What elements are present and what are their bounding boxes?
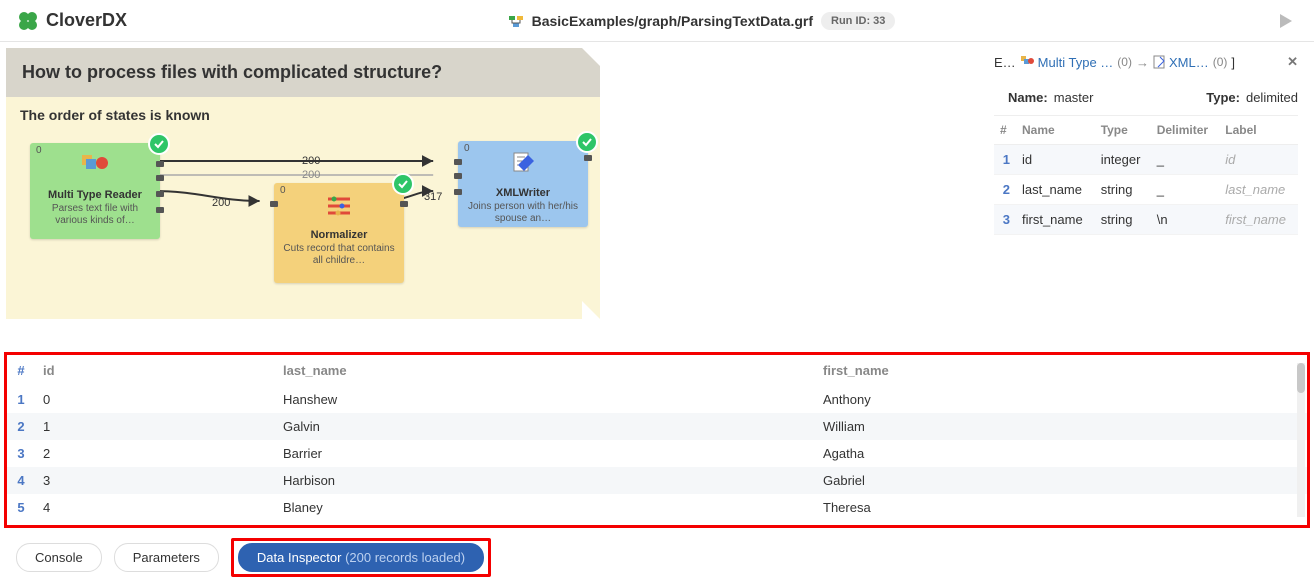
node-index: 0 [36, 145, 42, 158]
col-type: Type [1095, 116, 1151, 145]
name-label: Name: [1008, 90, 1048, 105]
col-index: # [994, 116, 1016, 145]
graph-canvas[interactable]: 200 200 200 317 0 Multi Type Reader Pars… [20, 139, 586, 299]
app-name: CloverDX [46, 10, 127, 31]
scrollbar-thumb[interactable] [1297, 363, 1305, 393]
col-firstname[interactable]: first_name [815, 355, 1307, 386]
bottom-tabs: Console Parameters Data Inspector (200 r… [0, 528, 1314, 587]
header-center: BasicExamples/graph/ParsingTextData.grf … [127, 12, 1276, 30]
main-row: How to process files with complicated st… [0, 42, 1314, 352]
file-icon [1153, 55, 1165, 69]
header: CloverDX BasicExamples/graph/ParsingText… [0, 0, 1314, 42]
tab-parameters[interactable]: Parameters [114, 543, 219, 572]
tab-data-inspector[interactable]: Data Inspector (200 records loaded) [238, 543, 484, 572]
type-value: delimited [1246, 90, 1298, 105]
node-normalizer[interactable]: 0 Normalizer Cuts record that contains a… [274, 183, 404, 283]
field-row[interactable]: 3 first_name string \n first_name [994, 205, 1298, 235]
edge-count: 200 [302, 155, 320, 167]
col-lastname[interactable]: last_name [275, 355, 815, 386]
metadata-tabs: E… Multi Type … (0) → XML… (0) ] ✕ [994, 54, 1298, 80]
check-icon [392, 173, 414, 195]
edge-count: 200 [302, 169, 320, 181]
table-row[interactable]: 43HarbisonGabriel [7, 467, 1307, 494]
highlight-box: Data Inspector (200 records loaded) [231, 538, 491, 577]
source-count: (0) [1117, 55, 1132, 69]
note-body: The order of states is known 200 200 200… [6, 97, 600, 319]
target-count: (0) [1213, 55, 1228, 69]
source-node-link[interactable]: Multi Type … [1038, 55, 1114, 70]
app-logo[interactable]: CloverDX [16, 9, 127, 33]
table-row[interactable]: 32BarrierAgatha [7, 440, 1307, 467]
field-row[interactable]: 2 last_name string _ last_name [994, 175, 1298, 205]
node-index: 0 [280, 185, 286, 198]
col-id[interactable]: id [35, 355, 275, 386]
note-title: How to process files with complicated st… [6, 48, 600, 97]
edge-count: 317 [424, 191, 442, 203]
name-value: master [1054, 90, 1094, 105]
col-label: Label [1219, 116, 1298, 145]
file-path: BasicExamples/graph/ParsingTextData.grf [532, 13, 813, 29]
data-inspector-grid: # id last_name first_name 10HanshewAntho… [4, 352, 1310, 528]
table-row[interactable]: 54BlaneyTheresa [7, 494, 1307, 521]
normalizer-icon [324, 193, 354, 219]
field-row[interactable]: 1 id integer _ id [994, 145, 1298, 175]
check-icon [576, 131, 598, 153]
node-title: Normalizer [282, 229, 396, 243]
scrollbar[interactable] [1297, 363, 1305, 517]
play-icon[interactable] [1276, 12, 1294, 30]
col-index: # [7, 355, 35, 386]
node-subtitle: Joins person with her/his spouse an… [466, 201, 580, 226]
node-writer[interactable]: 0 XMLWriter Joins person with her/his sp… [458, 141, 588, 227]
clover-icon [16, 9, 40, 33]
tab-suffix: (200 records loaded) [341, 550, 465, 565]
target-node-link[interactable]: XML… [1169, 55, 1209, 70]
metadata-panel: E… Multi Type … (0) → XML… (0) ] ✕ Name:… [994, 42, 1314, 352]
node-reader[interactable]: 0 Multi Type Reader Parses text file wit… [30, 143, 160, 239]
close-icon[interactable]: ✕ [1287, 54, 1298, 70]
graph-file-icon [508, 13, 524, 29]
node-subtitle: Parses text file with various kinds of… [38, 203, 152, 228]
arrow-icon: → [1136, 55, 1149, 70]
bracket: ] [1231, 55, 1235, 70]
table-row[interactable]: 21GalvinWilliam [7, 413, 1307, 440]
tab-label: Data Inspector [257, 550, 342, 565]
note-subtitle: The order of states is known [20, 107, 586, 123]
data-table[interactable]: # id last_name first_name 10HanshewAntho… [7, 355, 1307, 521]
metadata-fields-table: # Name Type Delimiter Label 1 id integer… [994, 116, 1298, 235]
metadata-meta: Name: master Type: delimited [994, 80, 1298, 116]
col-delimiter: Delimiter [1151, 116, 1220, 145]
tab-console[interactable]: Console [16, 543, 102, 572]
node-index: 0 [464, 143, 470, 156]
edge-label: E… [994, 55, 1016, 70]
type-label: Type: [1206, 90, 1240, 105]
node-title: Multi Type Reader [38, 189, 152, 203]
node-icon [1020, 55, 1034, 69]
table-row[interactable]: 10HanshewAnthony [7, 386, 1307, 413]
check-icon [148, 133, 170, 155]
graph-area: How to process files with complicated st… [0, 42, 600, 352]
reader-icon [80, 153, 110, 179]
node-title: XMLWriter [466, 187, 580, 201]
edge-count: 200 [212, 197, 230, 209]
col-name: Name [1016, 116, 1095, 145]
writer-icon [508, 151, 538, 177]
node-subtitle: Cuts record that contains all childre… [282, 243, 396, 268]
run-id-badge[interactable]: Run ID: 33 [821, 12, 895, 30]
